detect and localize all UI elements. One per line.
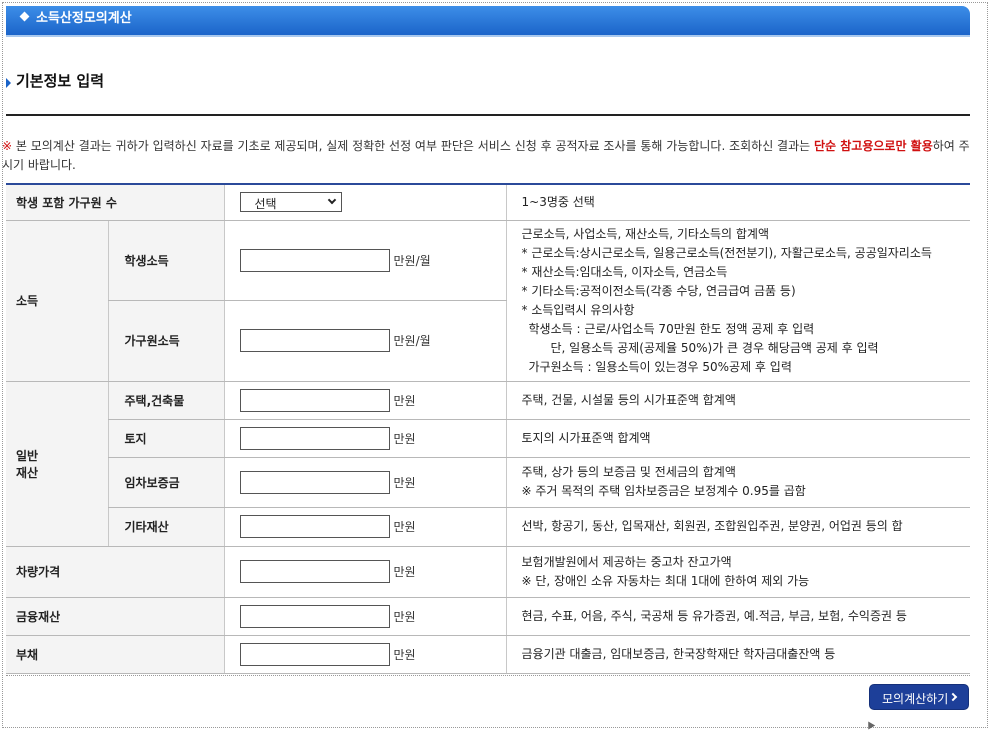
section-divider (6, 114, 970, 116)
table-row: 토지 만원 토지의 시가표준액 합계액 (6, 419, 970, 458)
housing-label: 주택,건축물 (107, 381, 224, 420)
unit-label: 만원 (393, 393, 416, 408)
vehicle-desc: 보험개발원에서 제공하는 중고차 잔고가액 ※ 단, 장애인 소유 자동차는 최… (505, 546, 970, 598)
land-label: 토지 (107, 419, 224, 458)
section-title: 기본정보 입력 (16, 72, 105, 90)
desc-line: ※ 단, 장애인 소유 자동차는 최대 1대에 한하여 제외 가능 (521, 573, 810, 588)
other-property-desc: 선박, 항공기, 동산, 입목재산, 회원권, 조합원입주권, 분양권, 어업권… (505, 507, 970, 547)
land-input[interactable] (239, 426, 390, 450)
financial-input[interactable] (239, 604, 390, 628)
title-bar: 소득산정모의계산 (6, 6, 970, 36)
input-form-table: 학생 포함 가구원 수 선택 1~3명중 선택 소득 학생소득 만원/월 근로소… (6, 185, 970, 674)
notice-body: 본 모의계산 결과는 귀하가 입력하신 자료를 기초로 제공되며, 실제 정확한… (12, 139, 814, 153)
household-select[interactable]: 선택 (239, 192, 342, 213)
household-select-value: 선택 (254, 197, 277, 212)
financial-desc: 현금, 수표, 어음, 주식, 국공채 등 유가증권, 예.적금, 부금, 보험… (505, 597, 970, 636)
notice-mark: ※ (2, 139, 13, 153)
unit-label: 만원 (393, 609, 416, 624)
triangle-bullet-icon (6, 78, 11, 88)
property-label-line: 일반 (16, 448, 39, 463)
household-label: 학생 포함 가구원 수 (6, 185, 224, 221)
notice-text: ※ 본 모의계산 결과는 귀하가 입력하신 자료를 기초로 제공되며, 실제 정… (2, 137, 970, 175)
income-label: 소득 (6, 220, 108, 382)
vehicle-input[interactable] (239, 560, 390, 583)
desc-line: * 소득입력시 유의사항 (521, 302, 635, 317)
table-row: 기타재산 만원 선박, 항공기, 동산, 입목재산, 회원권, 조합원입주권, … (6, 507, 970, 547)
calculate-button-label: 모의계산하기 (882, 692, 949, 706)
property-label: 일반재산 (6, 381, 108, 547)
debt-input[interactable] (239, 642, 390, 666)
housing-input[interactable] (239, 388, 390, 412)
desc-line: 근로소득, 사업소득, 재산소득, 기타소득의 합계액 (521, 226, 770, 241)
unit-label: 만원/월 (393, 334, 431, 348)
unit-label: 만원 (393, 647, 416, 662)
desc-line: * 근로소득:상시근로소득, 일용근로소득(전전분기), 자활근로소득, 공공일… (521, 245, 932, 260)
other-property-label: 기타재산 (107, 507, 224, 547)
family-income-label: 가구원소득 (107, 300, 224, 382)
table-row: 차량가격 만원 보험개발원에서 제공하는 중고차 잔고가액 ※ 단, 장애인 소… (6, 546, 970, 598)
land-desc: 토지의 시가표준액 합계액 (505, 419, 970, 458)
vehicle-label: 차량가격 (6, 546, 224, 598)
bottom-divider (6, 675, 970, 676)
deposit-desc: 주택, 상가 등의 보증금 및 전세금의 합계액 ※ 주거 목적의 주택 임차보… (505, 457, 970, 508)
income-desc: 근로소득, 사업소득, 재산소득, 기타소득의 합계액 * 근로소득:상시근로소… (505, 220, 970, 382)
unit-label: 만원 (393, 565, 416, 579)
desc-line: * 재산소득:임대소득, 이자소득, 연금소득 (521, 264, 728, 279)
housing-desc: 주택, 건물, 시설물 등의 시가표준액 합계액 (505, 381, 970, 420)
table-row: 소득 학생소득 만원/월 근로소득, 사업소득, 재산소득, 기타소득의 합계액… (6, 220, 970, 382)
title-underline (6, 35, 970, 37)
table-row: 학생 포함 가구원 수 선택 1~3명중 선택 (6, 185, 970, 221)
student-income-input[interactable] (239, 248, 390, 272)
desc-line: 가구원소득 : 일용소득이 있는경우 50%공제 후 입력 (528, 359, 792, 374)
unit-label: 만원 (393, 520, 416, 534)
desc-line: 주택, 상가 등의 보증금 및 전세금의 합계액 (521, 465, 736, 479)
diamond-icon (19, 11, 30, 22)
debt-desc: 금융기관 대출금, 임대보증금, 한국장학재단 학자금대출잔액 등 (505, 635, 970, 674)
deposit-label: 임차보증금 (107, 457, 224, 508)
chevron-right-icon (948, 692, 958, 702)
unit-label: 만원 (393, 431, 416, 446)
page-title: 소득산정모의계산 (36, 11, 132, 26)
other-property-input[interactable] (239, 515, 390, 538)
table-row: 부채 만원 금융기관 대출금, 임대보증금, 한국장학재단 학자금대출잔액 등 (6, 635, 970, 674)
desc-line: ※ 주거 목적의 주택 임차보증금은 보정계수 0.95를 곱함 (521, 484, 806, 498)
chevron-down-icon (327, 196, 336, 205)
table-row: 일반재산 주택,건축물 만원 주택, 건물, 시설물 등의 시가표준액 합계액 (6, 381, 970, 547)
family-income-input[interactable] (239, 329, 390, 352)
deposit-input[interactable] (239, 470, 390, 494)
desc-line: 학생소득 : 근로/사업소득 70만원 한도 정액 공제 후 입력 (528, 321, 815, 336)
unit-label: 만원 (393, 475, 416, 490)
debt-label: 부채 (6, 635, 224, 674)
desc-line: 단, 일용소득 공제(공제율 50%)가 큰 경우 해당금액 공제 후 입력 (550, 340, 879, 355)
calculate-button[interactable]: 모의계산하기 (869, 684, 969, 710)
table-row: 금융재산 만원 현금, 수표, 어음, 주식, 국공채 등 유가증권, 예.적금… (6, 597, 970, 636)
household-desc: 1~3명중 선택 (505, 185, 970, 221)
property-label-line: 재산 (16, 465, 39, 480)
student-income-label: 학생소득 (107, 220, 224, 301)
desc-line: * 기타소득:공적이전소득(각종 수당, 연금급여 금품 등) (521, 283, 796, 298)
table-row: 임차보증금 만원 주택, 상가 등의 보증금 및 전세금의 합계액 ※ 주거 목… (6, 457, 970, 508)
financial-label: 금융재산 (6, 597, 224, 636)
desc-line: 보험개발원에서 제공하는 중고차 잔고가액 (521, 554, 732, 569)
unit-label: 만원/월 (393, 253, 431, 268)
notice-highlight: 단순 참고용으로만 활용 (814, 139, 933, 153)
